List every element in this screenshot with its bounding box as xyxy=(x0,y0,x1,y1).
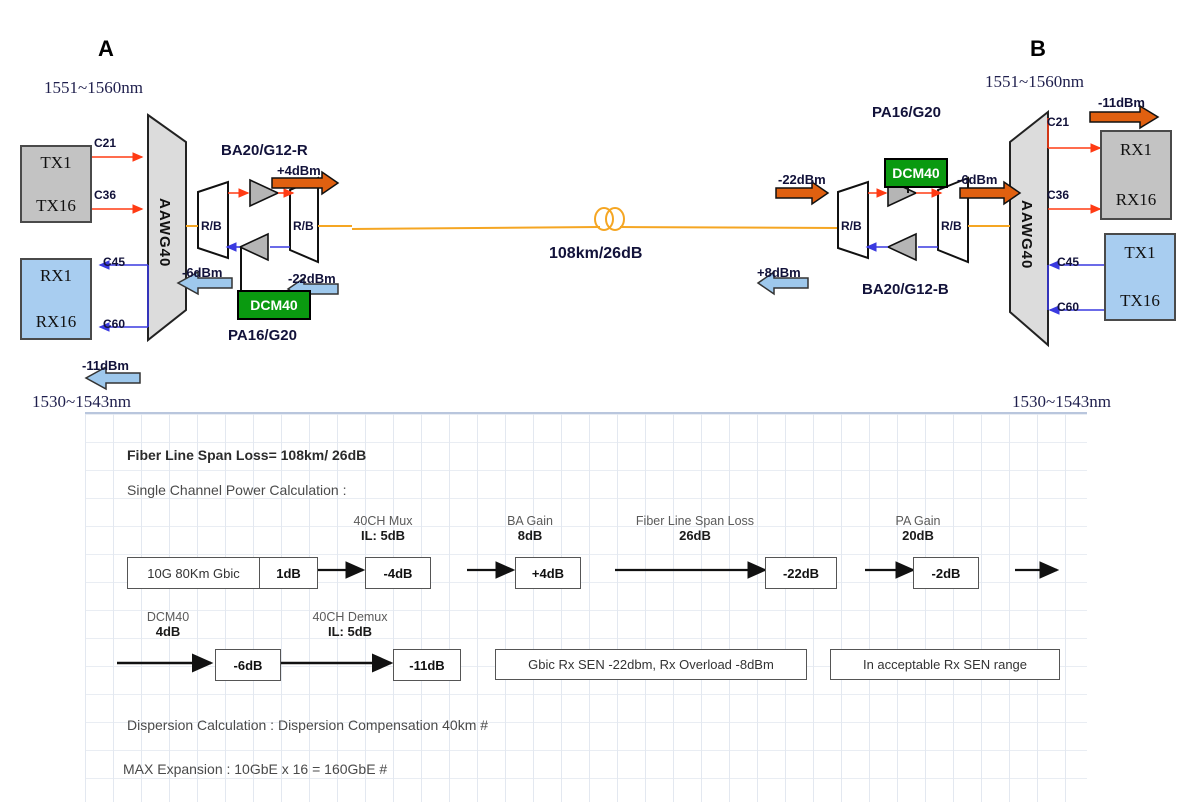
tx-box-a-top-label: TX1 xyxy=(22,153,90,173)
calc-step4-caption-top: PA Gain xyxy=(863,514,973,528)
rx-box-a-bottom-label: RX16 xyxy=(22,312,90,332)
calc-source-label: 10G 80Km Gbic xyxy=(147,566,240,581)
rx-box-b-bottom-label: RX16 xyxy=(1102,190,1170,210)
dcm40-label-b: DCM40 xyxy=(892,165,939,181)
calc-step3-box[interactable]: -22dB xyxy=(765,557,837,589)
pa-label-b: PA16/G20 xyxy=(872,104,941,121)
calc-step2-value: +4dB xyxy=(532,566,564,581)
power-label-b-line-in: -22dBm xyxy=(778,172,826,187)
calc-step4-caption: PA Gain 20dB xyxy=(863,514,973,543)
calc-step5-caption-bot: 4dB xyxy=(156,624,181,639)
channel-label-a-tx-top: C21 xyxy=(94,136,116,150)
calc-step2-caption-bot: 8dB xyxy=(518,528,543,543)
wavelength-a-top: 1551~1560nm xyxy=(44,78,143,98)
power-label-b-back: +8dBm xyxy=(757,265,801,280)
rx-box-a[interactable]: RX1 RX16 xyxy=(20,258,92,340)
node-label-b: B xyxy=(1030,36,1046,62)
calc-step1-box[interactable]: -4dB xyxy=(365,557,431,589)
power-label-a-rx-out: -11dBm xyxy=(82,358,129,373)
calc-step1-caption: 40CH Mux IL: 5dB xyxy=(323,514,443,543)
channel-label-b-rx-top: C21 xyxy=(1047,115,1069,129)
calc-step2-caption-top: BA Gain xyxy=(475,514,585,528)
wavelength-b-top: 1551~1560nm xyxy=(985,72,1084,92)
rb-label-b-left: R/B xyxy=(841,219,862,233)
dcm40-label-a: DCM40 xyxy=(250,297,297,313)
calc-footer-expansion: MAX Expansion : 10GbE x 16 = 160GbE # xyxy=(123,761,387,777)
fiber-span-label: 108km/26dB xyxy=(549,245,642,263)
calc-step6-caption: 40CH Demux IL: 5dB xyxy=(285,610,415,639)
calc-step3-caption-top: Fiber Line Span Loss xyxy=(595,514,795,528)
calculation-panel: Fiber Line Span Loss= 108km/ 26dB Single… xyxy=(85,412,1087,802)
dcm40-box-a[interactable]: DCM40 xyxy=(237,290,311,320)
aawg40-label-a: AAWG40 xyxy=(156,198,173,267)
calc-note-sensitivity-label: Gbic Rx SEN -22dbm, Rx Overload -8dBm xyxy=(528,657,774,672)
amp-triangle-rx-a xyxy=(240,234,268,260)
channel-label-b-tx-bottom: C60 xyxy=(1057,300,1079,314)
rx-box-b-top-label: RX1 xyxy=(1102,140,1170,160)
calc-step1-caption-top: 40CH Mux xyxy=(323,514,443,528)
channel-label-b-rx-bottom: C36 xyxy=(1047,188,1069,202)
calc-step1-caption-bot: IL: 5dB xyxy=(361,528,405,543)
ba-label-b: BA20/G12-B xyxy=(862,281,949,298)
fiber-span-line xyxy=(352,227,600,229)
calc-step5-caption-top: DCM40 xyxy=(113,610,223,624)
tx-box-b-bottom-label: TX16 xyxy=(1106,291,1174,311)
calc-source-value-box[interactable]: 1dB xyxy=(259,557,318,589)
wavelength-a-bottom: 1530~1543nm xyxy=(32,392,131,412)
calc-step2-caption: BA Gain 8dB xyxy=(475,514,585,543)
rb-label-a-left: R/B xyxy=(201,219,222,233)
calc-subheading: Single Channel Power Calculation : xyxy=(127,482,346,498)
calc-heading: Fiber Line Span Loss= 108km/ 26dB xyxy=(127,447,366,463)
fiber-coil-icon xyxy=(595,208,613,230)
rb-label-a-right: R/B xyxy=(293,219,314,233)
calc-step5-value: -6dB xyxy=(234,658,263,673)
channel-label-b-tx-top: C45 xyxy=(1057,255,1079,269)
amp-triangle-rx-b xyxy=(888,234,916,260)
power-label-a-out: +4dBm xyxy=(277,163,321,178)
power-label-a-to-mux: -6dBm xyxy=(182,265,222,280)
calc-footer-dispersion: Dispersion Calculation : Dispersion Comp… xyxy=(127,717,488,733)
calc-source-value: 1dB xyxy=(276,566,301,581)
calc-step3-value: -22dB xyxy=(783,566,819,581)
calc-step5-caption: DCM40 4dB xyxy=(113,610,223,639)
optical-link-diagram: TX1 TX16 RX1 RX16 RX1 RX16 TX1 TX16 A B … xyxy=(0,0,1200,412)
calc-step2-box[interactable]: +4dB xyxy=(515,557,581,589)
node-label-a: A xyxy=(98,36,114,62)
power-label-b-rx-out: -11dBm xyxy=(1098,95,1145,110)
calc-step4-caption-bot: 20dB xyxy=(902,528,934,543)
tx-box-a-bottom-label: TX16 xyxy=(22,196,90,216)
tx-box-b[interactable]: TX1 TX16 xyxy=(1104,233,1176,321)
wavelength-b-bottom: 1530~1543nm xyxy=(1012,392,1111,412)
rb-label-b-right: R/B xyxy=(941,219,962,233)
calc-step4-box[interactable]: -2dB xyxy=(913,557,979,589)
channel-label-a-tx-bottom: C36 xyxy=(94,188,116,202)
calc-note-acceptable-label: In acceptable Rx SEN range xyxy=(863,657,1027,672)
rx-box-b[interactable]: RX1 RX16 xyxy=(1100,130,1172,220)
ba-label-a: BA20/G12-R xyxy=(221,142,308,159)
channel-label-a-rx-bottom: C60 xyxy=(103,317,125,331)
tx-box-a[interactable]: TX1 TX16 xyxy=(20,145,92,223)
power-label-b-to-mux: -6dBm xyxy=(957,172,997,187)
calc-source-box[interactable]: 10G 80Km Gbic xyxy=(127,557,260,589)
calc-step6-value: -11dB xyxy=(409,658,444,673)
calc-step4-value: -2dB xyxy=(932,566,961,581)
power-label-a-line-in: -22dBm xyxy=(288,271,336,286)
pa-label-a: PA16/G20 xyxy=(228,327,297,344)
calc-step3-caption-bot: 26dB xyxy=(679,528,711,543)
calc-step1-value: -4dB xyxy=(384,566,413,581)
calc-step6-caption-top: 40CH Demux xyxy=(285,610,415,624)
dcm40-box-b[interactable]: DCM40 xyxy=(884,158,948,188)
tx-box-b-top-label: TX1 xyxy=(1106,243,1174,263)
rx-box-a-top-label: RX1 xyxy=(22,266,90,286)
calc-step3-caption: Fiber Line Span Loss 26dB xyxy=(595,514,795,543)
aawg40-label-b: AAWG40 xyxy=(1018,200,1035,269)
calc-step6-caption-bot: IL: 5dB xyxy=(328,624,372,639)
calc-note-sensitivity[interactable]: Gbic Rx SEN -22dbm, Rx Overload -8dBm xyxy=(495,649,807,680)
calc-step5-box[interactable]: -6dB xyxy=(215,649,281,681)
calc-step6-box[interactable]: -11dB xyxy=(393,649,461,681)
calc-note-acceptable[interactable]: In acceptable Rx SEN range xyxy=(830,649,1060,680)
channel-label-a-rx-top: C45 xyxy=(103,255,125,269)
